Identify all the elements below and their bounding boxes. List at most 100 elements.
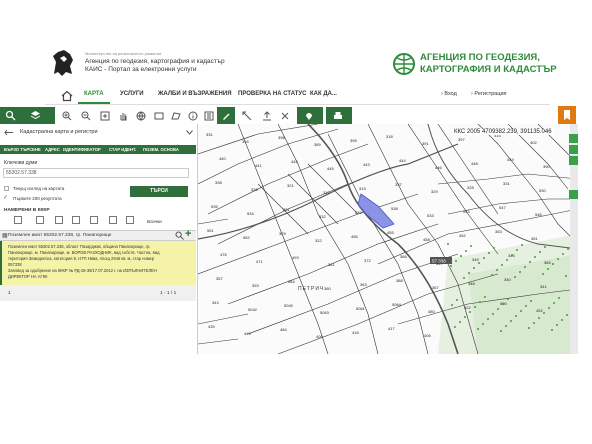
parcel-number-label: 531 (283, 207, 290, 212)
tab-old-identifier[interactable]: СТАР ИДЕНТ. (109, 147, 136, 152)
parcel-number-label: 456 (351, 234, 358, 239)
result-header[interactable]: Поземлен имот 55302.57.338, гр. Панагюри… (8, 233, 111, 238)
portal-line: КАИС - Портал за електронни услуги (85, 66, 197, 73)
parcel-number-label: 312 (323, 190, 330, 195)
vegetation-dot (493, 247, 495, 249)
map-canvas[interactable]: 57.338 ПЕТРИЧ 331 394 396 389 395 318 391 397 33… (198, 124, 578, 354)
all-filter-label[interactable]: Всички (147, 219, 162, 224)
parcel-number-label: 329 (431, 189, 438, 194)
vegetation-dot (477, 328, 479, 330)
vegetation-dot (542, 273, 544, 275)
login-link[interactable]: › Вход (441, 91, 457, 97)
filter-building-icon[interactable] (55, 216, 63, 224)
add-result-icon[interactable]: + (185, 229, 191, 240)
vegetation-dot (525, 305, 527, 307)
vegetation-dot (543, 312, 545, 314)
parcel-number-label: 319 (359, 186, 366, 191)
zoom-extent-icon[interactable] (96, 107, 113, 124)
vegetation-dot (506, 259, 508, 261)
tab-identifier[interactable]: ИДЕНТИФИКАТОР (63, 147, 101, 152)
parcel-number-label: 449 (507, 157, 514, 162)
agency-header-text[interactable]: Министерство на регионалното развитие Аг… (85, 50, 225, 74)
keywords-label: Ключови думи (4, 160, 38, 166)
vegetation-dot (562, 253, 564, 255)
current-view-checkbox[interactable] (4, 186, 9, 191)
side-tool-button[interactable] (569, 190, 578, 199)
side-tool-button[interactable] (569, 145, 578, 154)
result-item[interactable]: Поземлен имот 55302.57.338, област Пазар… (0, 241, 196, 285)
vegetation-dot (548, 307, 550, 309)
polygon-select-icon[interactable] (167, 107, 184, 124)
parcel-number-label: 5040 (284, 303, 294, 308)
parcel-number-label: 409 (316, 334, 323, 339)
search-button[interactable]: ТЪРСИ (130, 186, 188, 197)
globe-icon[interactable] (132, 107, 149, 124)
nav-tab-services[interactable]: УСЛУГИ (120, 91, 144, 97)
rectangle-select-icon[interactable] (150, 107, 167, 124)
tab-land-basis[interactable]: ПОЗЕМ. ОСНОВА (143, 147, 179, 152)
upload-icon[interactable] (258, 107, 275, 124)
vegetation-dot (557, 258, 559, 260)
vegetation-dot (567, 248, 569, 250)
side-tool-button[interactable] (569, 156, 578, 165)
parcel-number-label: 322 (315, 238, 322, 243)
parcel-number-label: 442 (291, 159, 298, 164)
pan-hand-icon[interactable] (114, 107, 131, 124)
nav-tab-status-check[interactable]: ПРОВЕРКА НА СТАТУС (238, 91, 306, 97)
vegetation-dot (521, 244, 523, 246)
filter-object-icon[interactable] (90, 216, 98, 224)
first-200-check-icon[interactable]: ✓ (3, 194, 8, 201)
parcel-number-label: 535 (211, 204, 218, 209)
page-number[interactable]: 1 (8, 291, 11, 296)
zoom-in-icon[interactable] (58, 107, 75, 124)
info-icon[interactable] (184, 107, 201, 124)
clear-icon[interactable] (276, 107, 293, 124)
filter-parcel-icon[interactable] (36, 216, 44, 224)
panel-title: Кадастрална карта и регистри (20, 129, 98, 135)
vegetation-dot (479, 301, 481, 303)
zoom-to-result-icon[interactable] (175, 231, 184, 240)
parcel-number-label: 326 (251, 187, 258, 192)
parcel-number-label: 533 (427, 213, 434, 218)
vegetation-dot (454, 326, 456, 328)
print-icon[interactable] (329, 107, 346, 124)
agency-globe-logo-icon[interactable] (392, 52, 416, 76)
chevron-down-icon[interactable] (186, 130, 193, 135)
register-link[interactable]: › Регистрация (471, 91, 507, 97)
parcel-number-label: 338 (215, 180, 222, 185)
vegetation-dot (482, 323, 484, 325)
parcel-number-label: 353 (495, 229, 502, 234)
coordinate-readout: ККС 2005 4709382.239, 391135.046 (452, 129, 554, 135)
nav-tab-complaints[interactable]: ЖАЛБИ И ВЪЗРАЖЕНИЯ (158, 91, 232, 97)
parcel-number-label: 331 (206, 132, 213, 137)
filter-all-icon[interactable] (14, 216, 22, 224)
tab-quick-search[interactable]: БЪРЗО ТЪРСЕНЕ (4, 147, 41, 152)
measure-icon[interactable] (238, 107, 255, 124)
search-icon[interactable] (2, 107, 19, 124)
agency-title[interactable]: АГЕНЦИЯ ПО ГЕОДЕЗИЯ, КАРТОГРАФИЯ И КАДАС… (420, 52, 557, 76)
nav-tab-howto[interactable]: КАК ДА... (310, 91, 337, 97)
filter-document-icon[interactable] (126, 216, 134, 224)
legend-icon[interactable] (200, 107, 217, 124)
layers-icon[interactable] (27, 107, 44, 124)
filter-person-icon[interactable] (109, 216, 117, 224)
home-icon[interactable] (61, 90, 73, 102)
zoom-out-icon[interactable] (77, 107, 94, 124)
bookmark-panel-button[interactable] (558, 106, 576, 124)
cadastral-map[interactable]: 57.338 ПЕТРИЧ 33139439638939531839139733… (198, 124, 578, 354)
back-arrow-icon[interactable] (4, 129, 14, 136)
parcel-number-label: 365 (544, 260, 551, 265)
tab-address[interactable]: АДРЕС (45, 147, 60, 152)
filter-location-icon[interactable] (72, 216, 80, 224)
parcel-number-label: 361 (328, 262, 335, 267)
location-pin-icon[interactable] (300, 107, 317, 124)
side-zoom-button[interactable] (569, 134, 578, 143)
vegetation-dot (515, 315, 517, 317)
vegetation-dot (565, 275, 567, 277)
lion-logo-icon[interactable] (50, 48, 76, 78)
keywords-input[interactable]: 55302.57.338 (3, 168, 189, 178)
pencil-icon[interactable] (217, 107, 234, 124)
parcel-number-label: 343 (212, 300, 219, 305)
nav-tab-map[interactable]: КАРТА (84, 91, 104, 97)
vegetation-dot (459, 321, 461, 323)
